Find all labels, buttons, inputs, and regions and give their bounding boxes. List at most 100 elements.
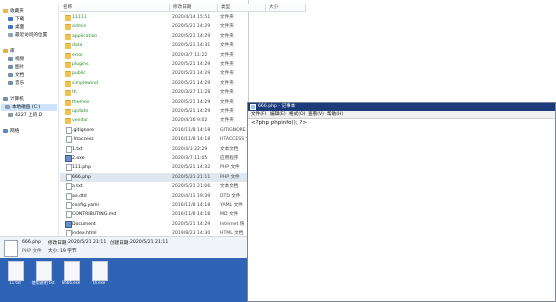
file-row[interactable]: update 2020/5/21 14:29 文件夹 — [60, 107, 248, 116]
file-type: 文件夹 — [220, 90, 234, 96]
nav-item-icon — [8, 16, 13, 21]
file-name: 666.php — [72, 174, 91, 180]
file-row[interactable]: config.yaml 2016/11/8 14:18 YAML 文件 — [60, 201, 248, 210]
desktop-icon-label: 6666.exe — [61, 280, 81, 285]
details-size-value: 19 字节 — [60, 249, 77, 254]
nav-item-icon — [3, 96, 8, 101]
nav-item-icon — [3, 8, 8, 13]
explorer-window: 收藏夹下载 桌面最近访问的位置库视频图片 文档 音乐计算机 本地磁盘 (C:) 4227 … — [0, 0, 306, 259]
file-name: update — [72, 109, 89, 114]
file-row[interactable]: error 2020/3/7 11:22 文件夹 — [60, 51, 248, 60]
nav-item-icon — [8, 56, 13, 61]
nav-item-label: 视频 — [15, 57, 25, 62]
notepad-menu-item[interactable]: 查看(V) — [308, 111, 324, 118]
file-name: 2.exe — [72, 156, 85, 161]
nav-item[interactable]: 音乐 — [8, 80, 24, 87]
file-type: 文件夹 — [220, 33, 234, 39]
file-name: plugins — [72, 62, 89, 67]
notepad-menu-item[interactable]: 文件(F) — [251, 111, 266, 118]
file-row[interactable]: 11111 2020/4/14 15:51 文件夹 — [60, 13, 248, 22]
details-type: PHP 文件 — [22, 249, 42, 254]
nav-item-label: 收藏夹 — [10, 9, 24, 14]
file-name: vendor — [72, 118, 89, 124]
nav-item[interactable]: 4227 上的 D — [8, 112, 42, 119]
file-row[interactable]: plugins 2020/5/21 14:29 文件夹 — [60, 60, 248, 69]
desktop-file-icon[interactable] — [36, 261, 52, 281]
nav-item[interactable]: 桌面 — [8, 24, 24, 31]
file-type: 文件夹 — [220, 80, 234, 86]
file-row[interactable]: application 2020/5/21 14:29 文件夹 — [60, 32, 248, 41]
nav-item[interactable]: 图片 — [8, 64, 24, 71]
file-row[interactable]: vendor 2020/4/16 9:02 文件夹 — [60, 116, 248, 125]
file-type: 文本文档 — [220, 146, 239, 152]
column-date-header[interactable]: 修改日期 — [170, 4, 218, 12]
file-row[interactable]: 666.php 2020/5/21 21:11 PHP 文件 — [60, 172, 248, 182]
desktop-file-icon[interactable] — [64, 261, 80, 281]
file-row[interactable]: public 2020/5/21 14:29 文件夹 — [60, 69, 248, 78]
nav-item[interactable]: 最近访问的位置 — [8, 32, 47, 39]
file-type: 文件夹 — [220, 15, 234, 20]
nav-item[interactable]: 文档 — [8, 72, 24, 79]
file-row[interactable]: 1.txt 2020/4/3 22:29 文本文档 — [60, 145, 248, 154]
file-row[interactable]: .gitignore 2016/11/8 14:18 GITIGNORE 文件 — [60, 126, 248, 135]
desktop-area: 11 txt 使用说明 txt 6666.exe t4.exe — [0, 258, 248, 302]
notepad-menu-item[interactable]: 编辑(E) — [270, 111, 286, 118]
file-name: data — [72, 43, 83, 49]
file-row[interactable]: themes 2020/5/21 14:29 文件夹 — [60, 98, 248, 107]
file-type: MD 文件 — [220, 212, 239, 218]
nav-item[interactable]: 下载 — [8, 16, 24, 23]
file-date: 2020/5/21 14:31 — [172, 43, 211, 49]
file-row[interactable]: 2.exe 2020/3/7 11:05 应用程序 — [60, 154, 248, 163]
column-size-header[interactable]: 大小 — [266, 4, 306, 12]
file-row[interactable]: th 2020/3/27 11:28 文件夹 — [60, 88, 248, 97]
file-row[interactable]: CONTRIBUTING.md 2016/11/8 14:18 MD 文件 — [60, 210, 248, 219]
file-row[interactable]: admin 2020/5/21 14:29 文件夹 — [60, 22, 248, 31]
file-row[interactable]: a.txt 2020/5/21 21:06 文本文档 — [60, 182, 248, 191]
file-date: 2020/5/21 14:29 — [172, 62, 211, 67]
file-date: 2020/3/27 11:28 — [172, 90, 211, 96]
folder-icon — [65, 90, 71, 97]
nav-item[interactable]: 收藏夹 — [3, 8, 24, 15]
file-name: admin — [72, 24, 87, 30]
application-icon — [65, 220, 72, 228]
file-date: 2020/4/11 19:39 — [172, 193, 211, 199]
nav-item-label: 最近访问的位置 — [15, 33, 48, 38]
desktop-file-icon[interactable] — [8, 261, 24, 281]
nav-item[interactable]: 计算机 — [3, 96, 24, 103]
file-name: th — [72, 90, 77, 96]
desktop-file-icon[interactable] — [92, 261, 108, 281]
folder-icon — [65, 99, 71, 106]
column-name-header[interactable]: 名称 — [60, 4, 170, 12]
file-date: 2020/5/21 14:29 — [172, 99, 211, 105]
file-type: DTD 文件 — [220, 193, 241, 199]
notepad-title: 666.php - 记事本 — [258, 104, 296, 109]
nav-item[interactable]: 视频 — [8, 56, 24, 63]
notepad-text-area[interactable]: <?php phpinfo(); ?> — [251, 120, 307, 126]
file-name: 11111 — [72, 15, 87, 20]
notepad-title-bar[interactable]: 666.php - 记事本 — [248, 103, 555, 111]
notepad-menu-item[interactable]: 帮助(H) — [327, 111, 343, 118]
file-name: Document — [72, 221, 96, 227]
file-row[interactable]: simplewind 2020/5/21 14:29 文件夹 — [60, 79, 248, 88]
file-type: YAML 文件 — [220, 203, 243, 208]
folder-icon — [65, 33, 71, 40]
file-type: 文件夹 — [220, 109, 234, 114]
file-name: .htaccess — [72, 137, 94, 143]
file-row[interactable]: data 2020/5/21 14:31 文件夹 — [60, 41, 248, 50]
desktop-icon-label: 使用说明 txt — [31, 280, 55, 285]
file-type: 应用程序 — [220, 156, 239, 161]
notepad-menu-item[interactable]: 格式(O) — [289, 111, 305, 118]
file-row[interactable]: aa.dtd 2020/4/11 19:39 DTD 文件 — [60, 192, 248, 201]
file-row[interactable]: 111.php 2020/5/21 14:32 PHP 文件 — [60, 163, 248, 172]
file-row[interactable]: .htaccess 2016/11/8 14:18 HTACCESS 文件 — [60, 135, 248, 144]
file-row[interactable]: Document 2020/5/21 14:29 Internet 快 — [60, 220, 248, 229]
nav-item[interactable]: 本地磁盘 (C:) — [1, 104, 57, 111]
file-date: 2020/5/21 14:29 — [172, 33, 211, 39]
column-type-header[interactable]: 类型 — [218, 4, 266, 12]
file-date: 2020/4/16 9:02 — [172, 118, 208, 124]
file-date: 2016/11/8 14:18 — [172, 137, 211, 143]
details-modified-label: 修改日期: — [48, 241, 68, 246]
nav-item-icon — [3, 48, 8, 53]
nav-item[interactable]: 库 — [3, 48, 15, 55]
nav-item[interactable]: 网络 — [3, 128, 19, 135]
